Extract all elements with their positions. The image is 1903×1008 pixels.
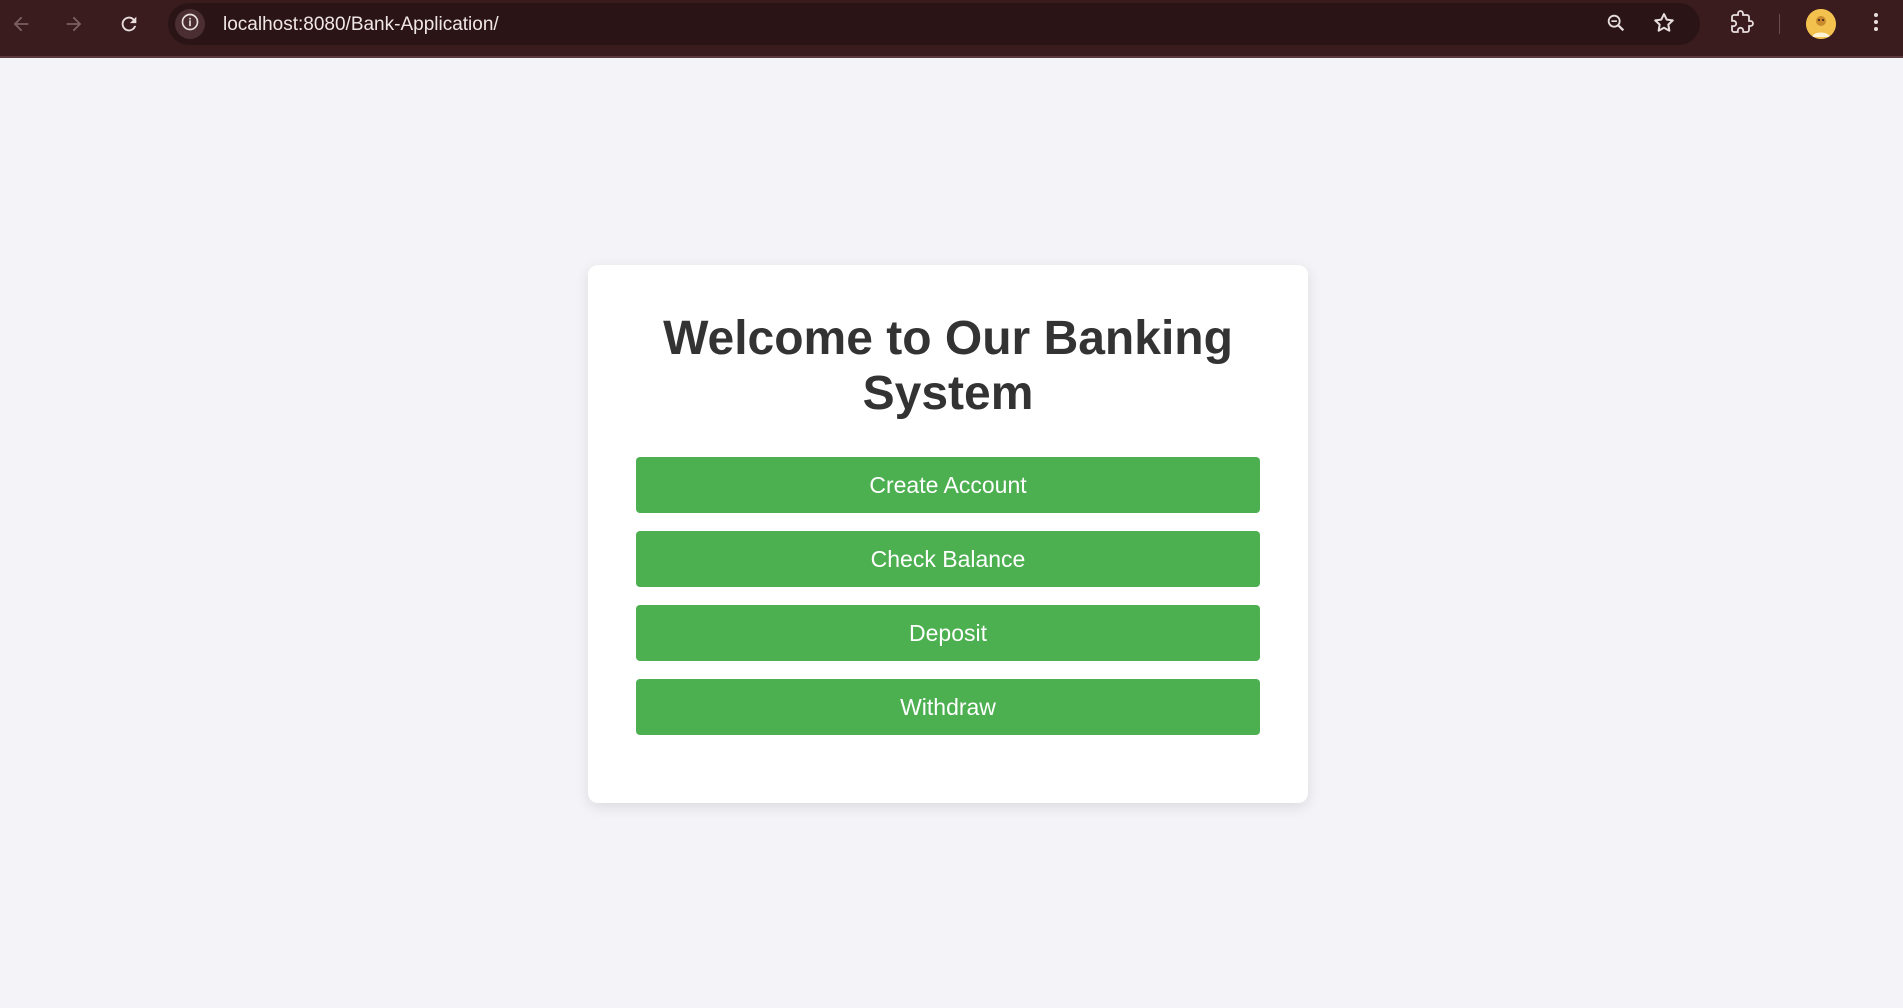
arrow-left-icon [10,13,32,35]
forward-button[interactable] [59,9,89,39]
back-button[interactable] [6,9,36,39]
browser-toolbar: localhost:8080/Bank-Application/ [0,0,1903,58]
page-content: Welcome to Our Banking System Create Acc… [0,58,1903,1008]
extensions-button[interactable] [1727,9,1757,39]
profile-avatar[interactable] [1806,9,1836,39]
puzzle-icon [1730,9,1754,39]
welcome-card: Welcome to Our Banking System Create Acc… [588,265,1308,803]
deposit-button[interactable]: Deposit [636,605,1260,661]
check-balance-button[interactable]: Check Balance [636,531,1260,587]
address-bar[interactable]: localhost:8080/Bank-Application/ [168,3,1700,45]
browser-menu-button[interactable] [1861,9,1891,39]
arrow-right-icon [63,13,85,35]
info-icon [180,12,200,37]
site-info-button[interactable] [175,9,205,39]
star-icon [1652,11,1676,40]
zoom-icon [1605,12,1627,39]
zoom-button[interactable] [1603,12,1629,38]
create-account-button[interactable]: Create Account [636,457,1260,513]
url-text[interactable]: localhost:8080/Bank-Application/ [223,14,499,36]
page-title: Welcome to Our Banking System [663,312,1233,420]
kebab-menu-icon [1872,11,1880,38]
toolbar-divider [1779,14,1780,34]
bookmark-button[interactable] [1651,12,1677,38]
withdraw-button[interactable]: Withdraw [636,679,1260,735]
reload-button[interactable] [114,9,144,39]
reload-icon [118,13,140,35]
